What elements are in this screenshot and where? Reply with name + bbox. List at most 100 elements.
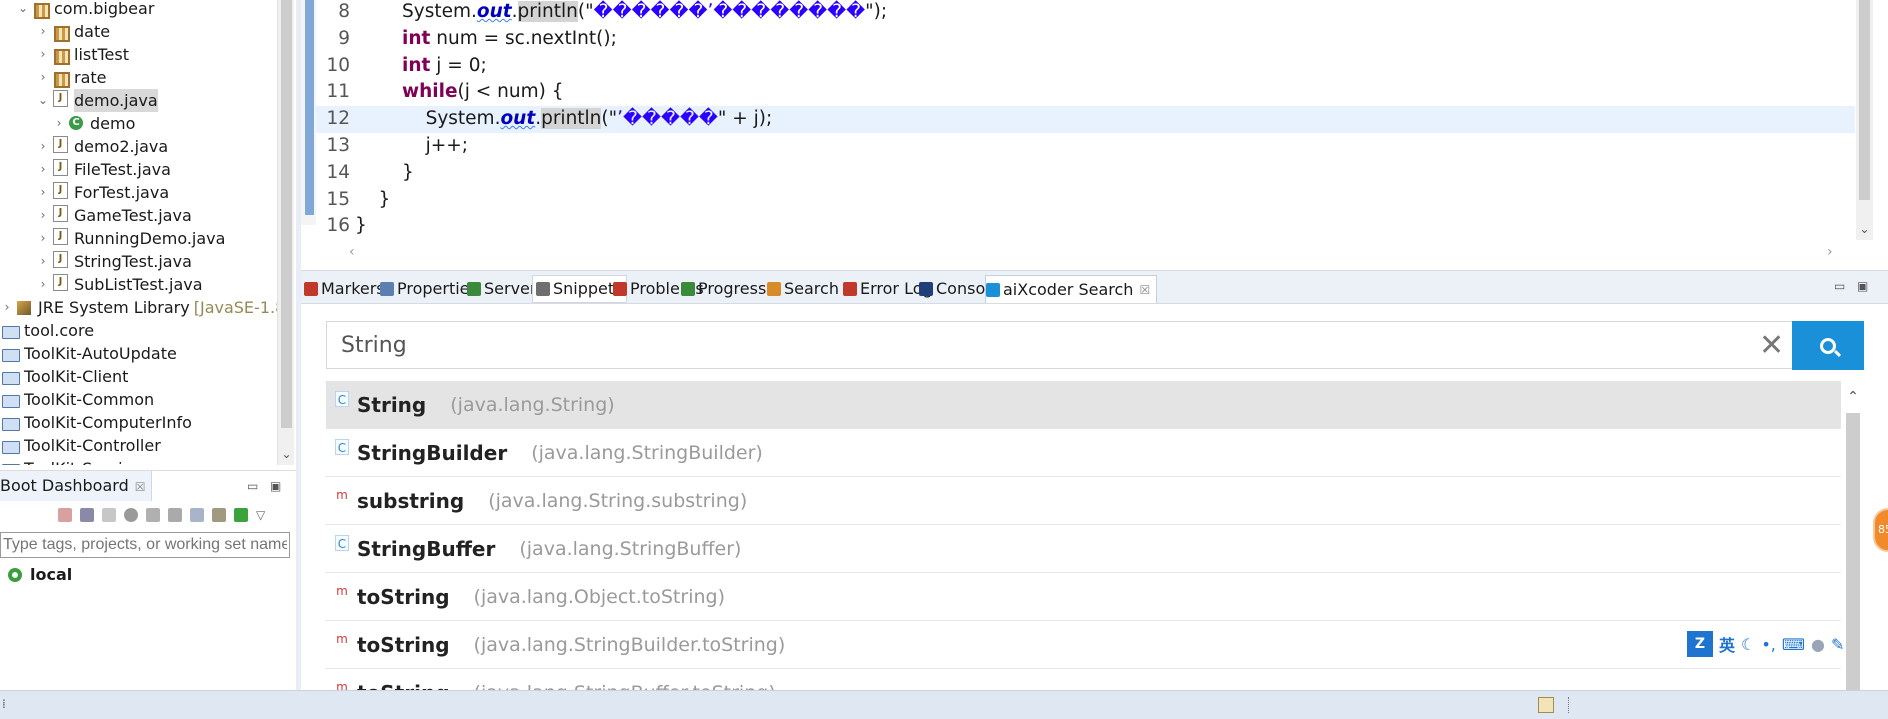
wrench-icon[interactable]: ✎ (1831, 635, 1844, 654)
chevron-right-icon[interactable]: › (36, 158, 50, 181)
tree-item[interactable]: › GameTest.java (36, 204, 192, 227)
start-icon[interactable] (58, 508, 72, 522)
debug-icon[interactable] (80, 508, 94, 522)
scroll-left-icon[interactable]: ‹ (349, 244, 355, 260)
chevron-down-icon[interactable]: ⌄ (36, 89, 50, 112)
code-line[interactable]: 8 System.out.println("������ʼ��������"); (316, 0, 1855, 26)
tree-item[interactable]: › JRE System Library [JavaSE-1.8] (0, 296, 292, 319)
open-browser-icon[interactable] (124, 508, 138, 522)
tree-item[interactable]: ToolKit-Client (0, 365, 128, 388)
tree-item[interactable]: › listTest (36, 43, 129, 66)
maximize-icon[interactable]: ▣ (1857, 279, 1868, 293)
moon-icon[interactable]: ☾ (1741, 635, 1755, 654)
keyboard-icon[interactable]: ⌨ (1782, 635, 1805, 654)
tree-item[interactable]: ToolKit-Common (0, 388, 154, 411)
code-line[interactable]: 11 while(j < num) { (316, 79, 1855, 106)
tree-item[interactable]: › StringTest.java (36, 250, 192, 273)
chevron-right-icon[interactable]: › (0, 296, 14, 319)
scroll-right-icon[interactable]: › (1827, 244, 1833, 260)
scroll-up-icon[interactable]: ⌃ (1842, 389, 1864, 405)
result-item[interactable]: m substring (java.lang.String.substring) (326, 477, 1841, 525)
code-line[interactable]: 9 int num = sc.nextInt(); (316, 26, 1855, 53)
chevron-right-icon[interactable]: › (36, 66, 50, 89)
result-item[interactable]: m toString (java.lang.Object.toString) (326, 573, 1841, 621)
tree-item[interactable]: ⌄ com.bigbear (16, 0, 154, 20)
tree-item[interactable]: tool.core (0, 319, 94, 342)
scroll-down-icon[interactable]: ⌄ (1856, 222, 1873, 236)
local-target[interactable]: local (8, 564, 72, 586)
chevron-right-icon[interactable]: › (36, 20, 50, 43)
tree-item[interactable]: › demo (52, 112, 136, 135)
result-item[interactable]: C StringBuffer (java.lang.StringBuffer) (326, 525, 1841, 573)
tab-markers[interactable]: Markers (304, 275, 385, 303)
chevron-right-icon[interactable]: › (36, 250, 50, 273)
minimize-icon[interactable]: ▭ (1834, 279, 1845, 293)
add-icon[interactable] (234, 508, 248, 522)
result-item[interactable]: m toString (java.lang.StringBuffer.toStrin… (326, 669, 1841, 690)
collapse-icon[interactable] (212, 508, 226, 522)
chevron-right-icon[interactable]: › (36, 181, 50, 204)
code-editor[interactable]: 8 System.out.println("������ʼ��������");… (301, 0, 1888, 268)
floating-assistant-ball[interactable]: 85 (1873, 508, 1888, 552)
tab-progress[interactable]: Progress (681, 275, 766, 303)
tree-item[interactable]: ⌄ demo.java (36, 89, 158, 112)
editor-scroll-thumb[interactable] (1859, 0, 1870, 200)
tree-item[interactable]: › SubListTest.java (36, 273, 203, 296)
ime-language-toggle[interactable]: 英 (1719, 632, 1735, 656)
clear-icon[interactable]: ✕ (1759, 331, 1784, 361)
maximize-icon[interactable]: ▣ (270, 479, 281, 493)
code-line[interactable]: 14 } (316, 160, 1855, 187)
tab-search[interactable]: Search (767, 275, 839, 303)
tree-item[interactable]: › demo2.java (36, 135, 168, 158)
ime-toolbar: Z 英 ☾ •, ⌨ ● ✎ (1687, 630, 1888, 658)
editor-vertical-scrollbar[interactable]: ⌄ (1856, 0, 1873, 240)
result-path: (java.lang.String) (450, 393, 615, 416)
ime-logo[interactable]: Z (1687, 631, 1713, 657)
code-line[interactable]: 10 int j = 0; (316, 53, 1855, 80)
code-line[interactable]: 16} (316, 213, 1855, 240)
edit-icon[interactable] (168, 508, 182, 522)
chevron-right-icon[interactable]: › (36, 135, 50, 158)
editor-horizontal-scrollbar[interactable]: ‹ › (349, 244, 1839, 261)
stop-icon[interactable] (102, 508, 116, 522)
tree-item[interactable]: ToolKit-Controller (0, 434, 161, 457)
search-button[interactable] (1792, 321, 1864, 370)
close-icon[interactable]: ☒ (1139, 276, 1150, 304)
tree-item[interactable]: › ForTest.java (36, 181, 169, 204)
tree-item[interactable]: ToolKit-AutoUpdate (0, 342, 177, 365)
tab-properties[interactable]: Properties (380, 275, 478, 303)
tree-item[interactable]: › RunningDemo.java (36, 227, 225, 250)
tree-item[interactable]: › FileTest.java (36, 158, 171, 181)
chevron-right-icon[interactable]: › (36, 43, 50, 66)
minimize-icon[interactable]: ▭ (247, 479, 258, 493)
explorer-scroll-thumb[interactable] (281, 0, 292, 428)
chevron-right-icon[interactable]: › (36, 273, 50, 296)
result-item[interactable]: m toString (java.lang.StringBuilder.toStri… (326, 621, 1841, 669)
chevron-right-icon[interactable]: › (36, 227, 50, 250)
tree-item[interactable]: › date (36, 20, 110, 43)
chevron-down-icon[interactable]: ⌄ (16, 0, 30, 20)
close-icon[interactable]: ☒ (135, 480, 146, 494)
status-task-icon[interactable] (1538, 697, 1554, 713)
punctuation-icon[interactable]: •, (1761, 635, 1776, 654)
view-menu-icon[interactable]: ▽ (256, 508, 265, 522)
tree-item[interactable]: ToolKit-ComputerInfo (0, 411, 192, 434)
boot-dashboard-tab[interactable]: Boot Dashboard ☒ (0, 471, 153, 501)
result-item[interactable]: C StringBuilder (java.lang.StringBuilder) (326, 429, 1841, 477)
tree-item[interactable]: › rate (36, 66, 107, 89)
console-icon[interactable] (146, 508, 160, 522)
chevron-right-icon[interactable]: › (52, 112, 66, 135)
result-item[interactable]: C String (java.lang.String) (326, 381, 1841, 429)
scroll-down-icon[interactable]: ⌄ (278, 447, 295, 461)
properties-icon[interactable] (190, 508, 204, 522)
aixcoder-search-input[interactable] (341, 330, 1641, 360)
code-line[interactable]: 15 } (316, 187, 1855, 214)
tab-aixcoder-search[interactable]: aiXcoder Search ☒ (985, 275, 1158, 304)
tree-item[interactable]: ToolKit-Service (0, 457, 141, 465)
explorer-scrollbar[interactable]: ⌄ (277, 0, 294, 465)
chevron-right-icon[interactable]: › (36, 204, 50, 227)
user-icon[interactable]: ● (1811, 635, 1825, 654)
boot-filter-input[interactable] (0, 532, 290, 558)
code-line[interactable]: 12 System.out.println("ʼ�����" + j); (316, 106, 1855, 133)
code-line[interactable]: 13 j++; (316, 133, 1855, 160)
